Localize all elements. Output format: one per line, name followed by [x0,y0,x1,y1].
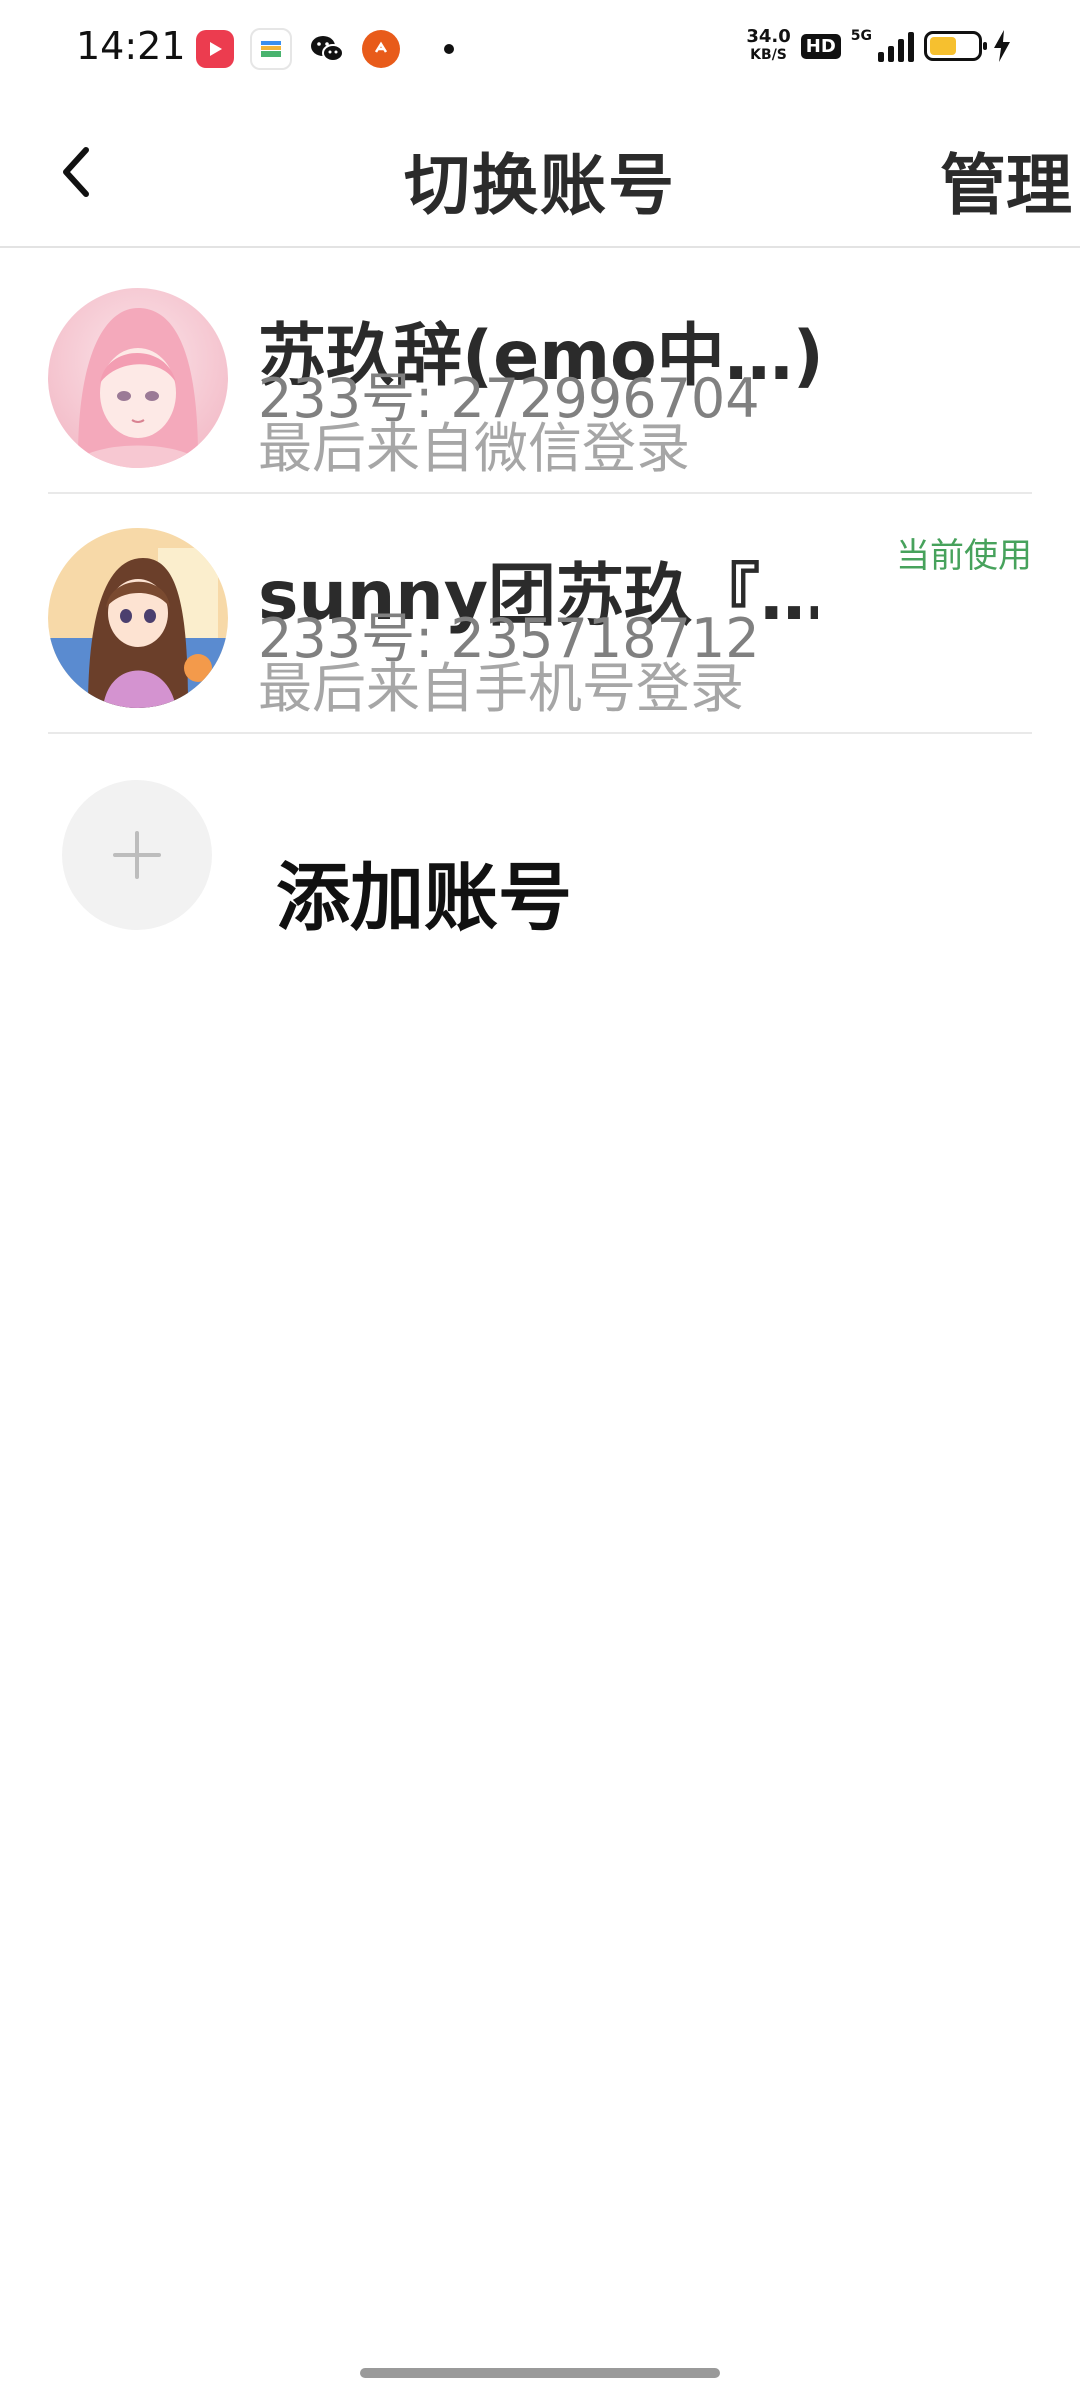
battery-fill [930,37,956,55]
add-account-button[interactable] [62,780,212,930]
account-login-source: 最后来自手机号登录 [258,657,744,720]
signal-icon [878,30,914,62]
battery-icon [924,31,987,61]
hd-badge: HD [800,33,841,59]
video-app-icon [196,30,234,68]
add-account-label: 添加账号 [276,855,572,941]
page-title: 切换账号 [404,147,676,224]
status-bar: 14:21 34.0 KB/S HD 5G [0,0,1080,96]
system-indicators: 34.0 KB/S HD 5G [746,28,1012,64]
avatar [48,288,228,468]
manage-button[interactable]: 管理 [940,132,1072,228]
add-account-row[interactable]: 添加账号 [0,734,1080,941]
more-notifications-dot [444,44,454,54]
avatar [48,528,228,708]
network-speed-unit: KB/S [750,47,787,63]
screen: 14:21 34.0 KB/S HD 5G 切换账号 管理 苏玖辞(emo中…)… [0,0,1080,2400]
plus-icon [113,831,161,879]
network-speed: 34.0 KB/S [746,28,790,64]
network-type: 5G [850,28,872,44]
network-speed-value: 34.0 [746,26,791,47]
orange-app-icon [362,30,400,68]
status-time: 14:21 [76,24,186,68]
notification-icons [196,28,454,70]
account-item[interactable]: 苏玖辞(emo中…) 233号: 272996704 最后来自微信登录 [0,254,1080,494]
wechat-icon [308,30,346,68]
home-indicator[interactable] [360,2368,720,2378]
top-app-bar: 切换账号 管理 [0,96,1080,248]
wallet-app-icon [250,28,292,70]
account-item[interactable]: sunny团苏玖『… 233号: 235718712 最后来自手机号登录 当前使… [0,494,1080,734]
current-account-badge: 当前使用 [896,536,1032,576]
charging-icon [994,30,1010,62]
account-login-source: 最后来自微信登录 [258,417,690,480]
